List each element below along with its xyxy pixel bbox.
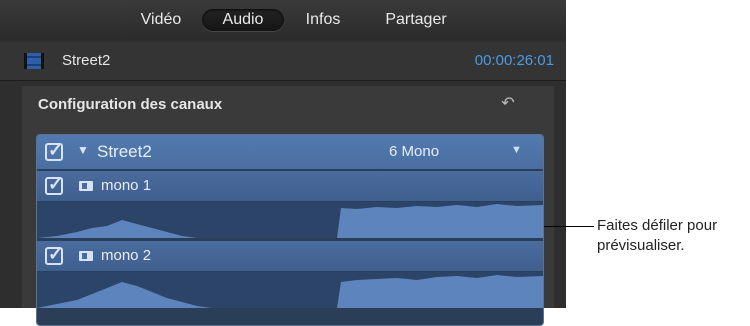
disclosure-triangle-icon[interactable]: ▼ (77, 143, 89, 157)
clip-header: Street2 00:00:26:01 (0, 42, 566, 81)
tab-partager[interactable]: Partager (364, 9, 468, 31)
dropdown-arrow-icon[interactable]: ▼ (511, 144, 522, 156)
waveform-graphic (37, 275, 543, 308)
reset-arrow-icon[interactable]: ↶ (498, 94, 518, 114)
tab-audio[interactable]: Audio (202, 9, 284, 31)
callout-leader-line (544, 226, 594, 227)
channel-row[interactable]: mono 2 (37, 241, 543, 272)
tab-bar: Vidéo Audio Infos Partager (0, 0, 566, 40)
speaker-icon (79, 181, 93, 191)
checkbox-checked-icon[interactable] (45, 140, 63, 161)
checkbox-checked-icon[interactable] (45, 244, 63, 265)
audio-waveform[interactable] (37, 202, 543, 238)
tab-video[interactable]: Vidéo (118, 9, 204, 31)
channel-name: mono 2 (101, 247, 152, 264)
callout-annotation: Faites défiler pour prévisualiser. (597, 216, 750, 256)
speaker-icon (79, 251, 93, 261)
channel-main-row[interactable]: ▼ Street2 6 Mono ▼ (37, 135, 543, 170)
checkbox-checked-icon[interactable] (45, 174, 63, 195)
channel-format-select[interactable]: 6 Mono (389, 143, 439, 160)
waveform-graphic (37, 204, 543, 238)
callout-line-2: prévisualiser. (597, 237, 685, 254)
clip-name: Street2 (62, 52, 111, 69)
callout-line-1: Faites défiler pour (597, 217, 718, 234)
tab-infos[interactable]: Infos (288, 9, 358, 31)
main-channel-name: Street2 (97, 142, 152, 161)
clip-timecode: 00:00:26:01 (474, 52, 554, 69)
channel-name: mono 1 (101, 177, 152, 194)
audio-waveform[interactable] (37, 272, 543, 308)
channel-row[interactable]: mono 1 (37, 171, 543, 202)
film-strip-icon (24, 53, 44, 69)
channel-table: ▼ Street2 6 Mono ▼ mono 1 mono 2 (36, 134, 544, 326)
section-title: Configuration des canaux (38, 96, 223, 113)
